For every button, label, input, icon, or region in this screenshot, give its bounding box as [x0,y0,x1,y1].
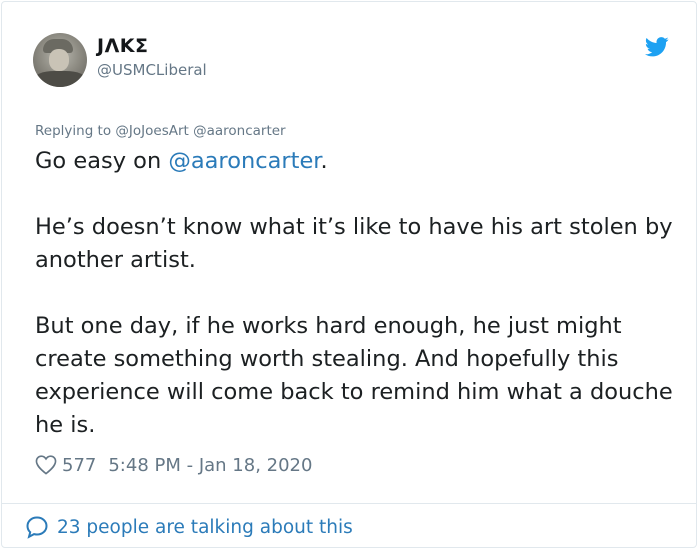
avatar-face [49,49,69,71]
divider [2,503,696,504]
display-name[interactable]: JΛKΣ [97,35,148,57]
twitter-bird-icon[interactable] [645,37,669,57]
tweet-paragraph-2: He’s doesn’t know what it’s like to have… [35,214,680,273]
tweet-meta: 577 5:48 PM - Jan 18, 2020 [35,452,312,478]
avatar-shoulders [33,71,87,87]
avatar[interactable] [33,33,87,87]
heart-icon[interactable] [35,455,57,475]
speech-bubble-icon [26,516,48,539]
tweet-paragraph-3: But one day, if he works hard enough, he… [35,313,680,438]
replying-to: Replying to @JoJoesArt @aaroncarter [35,123,286,139]
replying-to-prefix: Replying to [35,123,116,139]
timestamp[interactable]: 5:48 PM - Jan 18, 2020 [108,455,312,476]
like-count[interactable]: 577 [62,455,96,476]
tweet-line1-after: . [320,148,328,174]
mention-link[interactable]: @aaroncarter [168,148,320,174]
tweet-line1-before: Go easy on [35,148,169,174]
tweet-card: JΛKΣ @USMCLiberal Replying to @JoJoesArt… [1,1,697,548]
replying-to-mentions[interactable]: @JoJoesArt @aaroncarter [115,123,285,139]
talking-label[interactable]: 23 people are talking about this [57,517,353,538]
conversation-link[interactable]: 23 people are talking about this [25,515,353,539]
user-handle[interactable]: @USMCLiberal [97,61,207,79]
tweet-text: Go easy on @aaroncarter. He’s doesn’t kn… [35,145,675,442]
